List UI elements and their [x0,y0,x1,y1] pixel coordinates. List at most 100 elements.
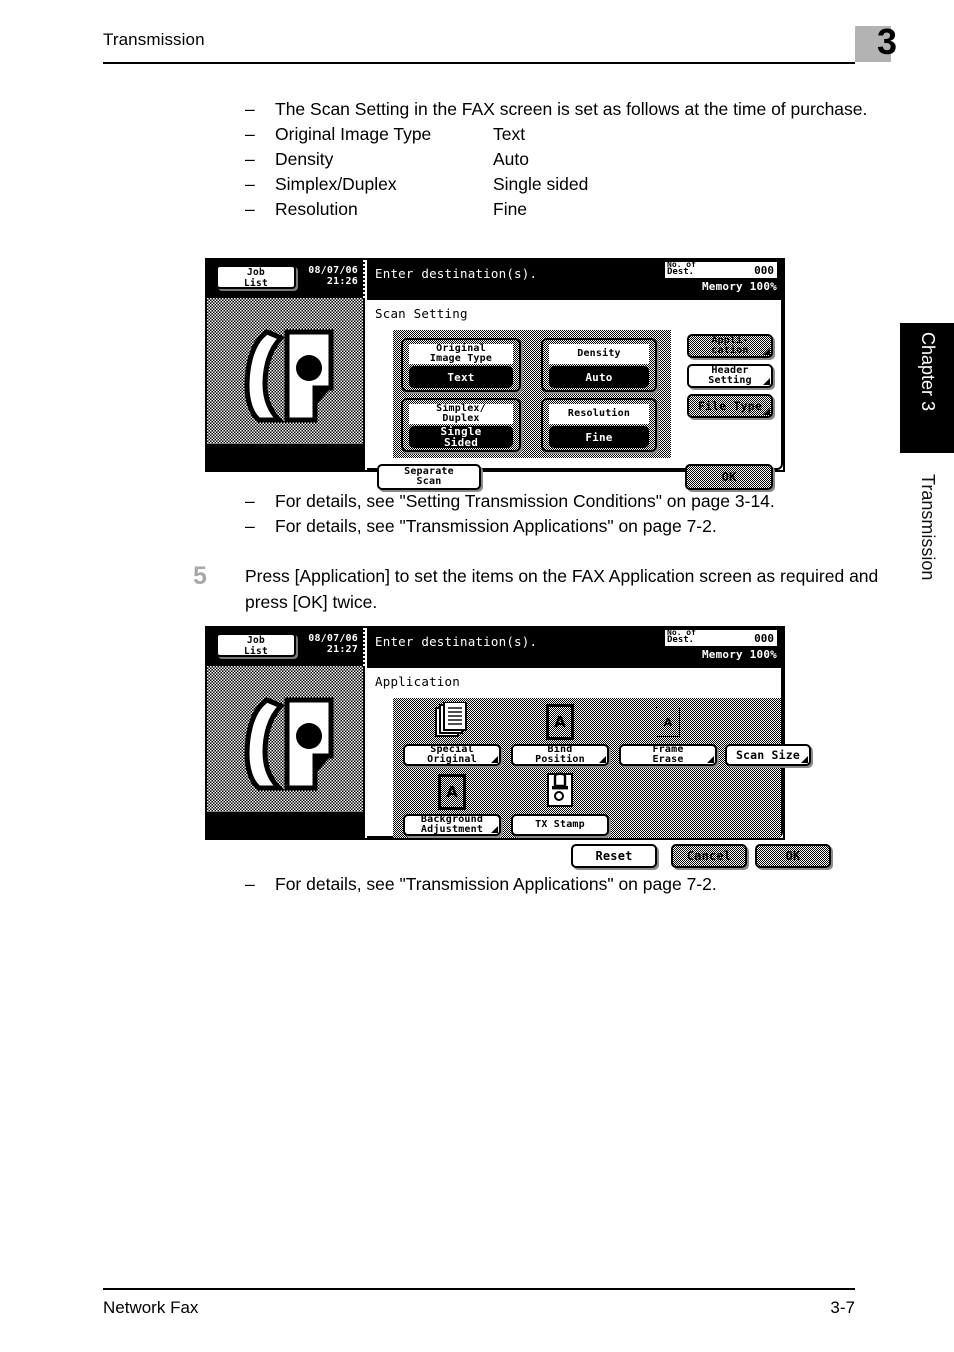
datetime-display: 08/07/06 21:27 [308,633,358,655]
scan-size-label: Scan Size [735,747,801,762]
ok-button[interactable]: OK [755,844,831,868]
lcd-top-bar: Job List 08/07/06 21:27 Enter destinatio… [207,628,783,666]
setting-value: Text [493,124,526,144]
list-item: – Original Image Type Text [245,122,890,147]
list-item-text: The Scan Setting in the FAX screen is se… [275,99,868,119]
setting-name: Simplex/Duplex [275,174,397,194]
job-list-label-line2: List [243,646,269,657]
header-setting-button[interactable]: Header Setting [687,364,773,388]
page-header: Transmission [103,30,855,66]
section-side-label: Transmission [900,470,954,620]
bind-position-label-line2: Position [535,754,585,765]
cancel-label: Cancel [686,848,732,863]
background-adjustment-label-line2: Adjustment [420,824,484,835]
destination-count-box: No. of Dest. 000 [665,629,777,646]
ok-label: OK [721,469,737,484]
dash-marker: – [245,174,255,194]
separate-scan-label-line2: Scan [416,476,442,487]
lcd-top-bar: Job List 08/07/06 21:26 Enter destinatio… [207,260,783,298]
bind-position-button[interactable]: Bind Position [511,744,609,766]
step-number: 5 [193,562,207,590]
dash-marker: – [245,99,255,119]
status-message-bar: Enter destination(s). No. of Dest. 000 M… [367,628,783,666]
scan-size-button[interactable]: Scan Size [725,744,811,766]
stacked-pages-icon [434,701,470,742]
setting-name: Density [275,149,334,169]
status-message-bar: Enter destination(s). No. of Dest. 000 M… [367,260,783,298]
job-list-label-line1: Job [246,635,266,646]
card-label-line2: Image Type [429,353,493,364]
header-rule [103,62,855,64]
card-label-line2: Duplex [442,413,480,424]
running-head-title: Transmission [103,30,205,49]
date-text: 08/07/06 [308,633,358,644]
screen-title: Application [375,674,460,689]
chapter-number-text: 3 [876,21,897,62]
list-item-text: For details, see "Transmission Applicati… [275,874,717,894]
setting-value: Auto [493,149,529,169]
card-simplex-duplex[interactable]: Simplex/ Duplex Single Sided [401,398,521,452]
separate-scan-button[interactable]: Separate Scan [377,464,481,490]
job-list-button[interactable]: Job List [216,633,296,657]
tx-stamp-button[interactable]: TX Stamp [511,814,609,836]
file-type-button[interactable]: File Type [687,394,773,418]
list-item: – Simplex/Duplex Single sided [245,172,890,197]
bind-position-icon: A [542,702,578,742]
cancel-button[interactable]: Cancel [671,844,747,868]
intro-dash-list: – The Scan Setting in the FAX screen is … [245,97,890,222]
step-5: 5 Press [Application] to set the items o… [193,563,893,615]
footer-rule [103,1288,855,1290]
background-adjustment-button[interactable]: Background Adjustment [403,814,501,836]
section-side-label-text: Transmission [918,474,938,581]
memory-indicator: Memory 100% [701,280,777,293]
setting-value: Fine [493,199,528,219]
card-value-line2: Sided [443,436,479,449]
dest-label-line2: Dest. [667,635,695,645]
job-list-area: Job List 08/07/06 21:26 [207,260,365,298]
list-item: – Resolution Fine [245,197,890,222]
setting-value: Single sided [493,174,589,194]
fax-illustration-panel [207,666,365,838]
card-value-line1: Auto [585,370,613,384]
fax-machine-icon [233,694,337,794]
job-list-button[interactable]: Job List [216,265,296,289]
frame-erase-button[interactable]: Frame Erase [619,744,717,766]
fax-machine-icon [233,326,337,426]
setting-name: Resolution [275,199,358,219]
dash-marker: – [245,491,255,511]
card-resolution[interactable]: Resolution Fine [541,398,657,452]
card-original-image-type[interactable]: Original Image Type Text [401,338,521,392]
job-list-area: Job List 08/07/06 21:27 [207,628,365,666]
datetime-display: 08/07/06 21:26 [308,265,358,287]
dash-marker: – [245,199,255,219]
chapter-tab: Chapter 3 [900,323,954,453]
card-density[interactable]: Density Auto [541,338,657,392]
ok-button[interactable]: OK [685,464,773,490]
header-setting-label-line2: Setting [708,375,752,386]
tx-stamp-label: TX Stamp [535,818,585,830]
dest-label-line2: Dest. [667,267,695,277]
reference-list-1: – For details, see "Setting Transmission… [245,489,890,539]
list-item: – For details, see "Transmission Applica… [245,872,890,897]
application-button[interactable]: Appli- cation [687,334,773,358]
lcd-screenshot-scan-setting: Job List 08/07/06 21:26 Enter destinatio… [205,258,785,490]
lcd-screenshot-application: Job List 08/07/06 21:27 Enter destinatio… [205,626,831,868]
status-message: Enter destination(s). [375,266,538,281]
setting-name: Original Image Type [275,124,432,144]
reset-button[interactable]: Reset [571,844,657,868]
screen-title: Scan Setting [375,306,468,321]
list-item: – For details, see "Transmission Applica… [245,514,890,539]
frame-erase-label-line2: Erase [652,754,684,765]
card-value-line1: Fine [585,430,613,444]
fax-illustration-panel [207,298,365,470]
memory-indicator: Memory 100% [701,648,777,661]
special-original-button[interactable]: Special Original [403,744,501,766]
step-text: Press [Application] to set the items on … [245,566,879,612]
list-item: – Density Auto [245,147,890,172]
list-item-text: For details, see "Transmission Applicati… [275,516,717,536]
card-value-line1: Text [447,370,475,384]
reset-label: Reset [595,848,633,863]
background-letter-a-icon: A [434,772,470,812]
dest-count-value: 000 [754,632,774,645]
frame-erase-icon: A [650,702,686,742]
